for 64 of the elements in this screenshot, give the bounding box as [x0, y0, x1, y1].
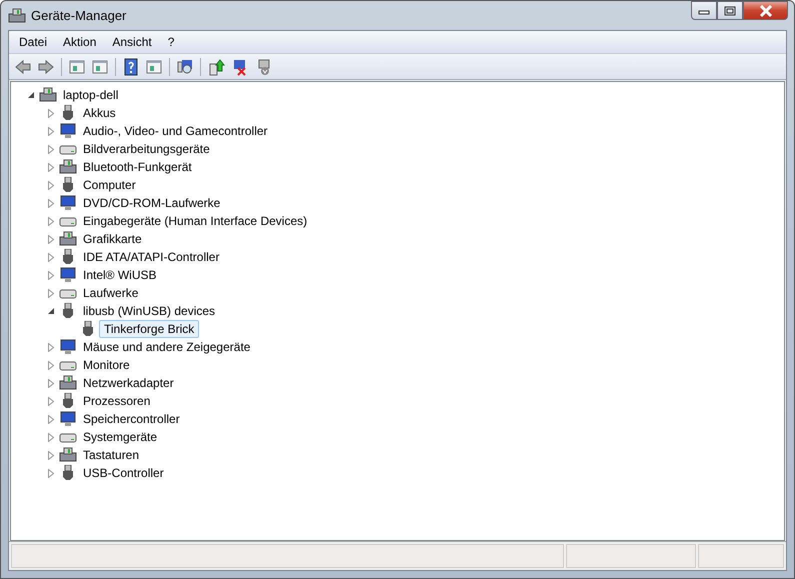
- device-icon: [8, 8, 26, 24]
- expand-icon[interactable]: [47, 432, 55, 442]
- tree-item[interactable]: Systemgeräte: [79, 428, 162, 446]
- device-icon: [39, 87, 57, 103]
- expand-icon[interactable]: [47, 342, 55, 352]
- minimize-button[interactable]: [691, 1, 717, 20]
- expand-icon[interactable]: [47, 198, 55, 208]
- expand-icon[interactable]: [47, 396, 55, 406]
- expand-icon[interactable]: [47, 414, 55, 424]
- expand-icon[interactable]: [47, 270, 55, 280]
- expand-icon[interactable]: [47, 162, 55, 172]
- menu-item[interactable]: Ansicht: [104, 35, 160, 49]
- tree-item[interactable]: Mäuse und andere Zeigegeräte: [79, 338, 254, 356]
- tree-item[interactable]: Tinkerforge Brick: [99, 320, 200, 338]
- maximize-icon: [724, 6, 736, 16]
- expand-icon[interactable]: [47, 450, 55, 460]
- device-icon: [59, 447, 77, 463]
- collapse-icon[interactable]: [47, 306, 55, 316]
- expand-icon[interactable]: [47, 252, 55, 262]
- tree-item[interactable]: Netzwerkadapter: [79, 374, 178, 392]
- tree-item[interactable]: DVD/CD-ROM-Laufwerke: [79, 194, 224, 212]
- expand-icon[interactable]: [47, 288, 55, 298]
- tree-item[interactable]: Eingabegeräte (Human Interface Devices): [79, 212, 312, 230]
- expand-icon[interactable]: [47, 180, 55, 190]
- collapse-icon[interactable]: [27, 90, 35, 100]
- tree-item[interactable]: Monitore: [79, 356, 134, 374]
- tree-item[interactable]: Grafikkarte: [79, 230, 146, 248]
- device-icon: [59, 159, 77, 175]
- maximize-button[interactable]: [717, 1, 743, 20]
- tree-item[interactable]: Laufwerke: [79, 284, 142, 302]
- expand-icon[interactable]: [47, 144, 55, 154]
- expand-icon[interactable]: [47, 360, 55, 370]
- device-icon: [59, 375, 77, 391]
- expand-icon[interactable]: [47, 468, 55, 478]
- device-icon: [59, 231, 77, 247]
- tree-item[interactable]: Bildverarbeitungsgeräte: [79, 140, 214, 158]
- expand-icon[interactable]: [47, 108, 55, 118]
- tree-item[interactable]: laptop-dell: [59, 86, 122, 104]
- tree-item[interactable]: IDE ATA/ATAPI-Controller: [79, 248, 224, 266]
- monitor-icon: [59, 195, 77, 211]
- window-title: Geräte-Manager: [31, 8, 126, 23]
- menu-item[interactable]: Aktion: [55, 35, 104, 49]
- tree-item[interactable]: Intel® WiUSB: [79, 266, 161, 284]
- tree-item[interactable]: USB-Controller: [79, 464, 168, 482]
- menu-item[interactable]: ?: [160, 35, 182, 49]
- monitor-icon: [59, 267, 77, 283]
- close-button[interactable]: [743, 1, 788, 20]
- close-icon: [758, 4, 772, 16]
- expand-icon[interactable]: [47, 216, 55, 226]
- expand-icon[interactable]: [47, 234, 55, 244]
- tree-item[interactable]: Speichercontroller: [79, 410, 184, 428]
- tree-item[interactable]: Akkus: [79, 104, 120, 122]
- menu-item[interactable]: Datei: [11, 35, 56, 49]
- monitor-icon: [59, 411, 77, 427]
- tree-item[interactable]: Prozessoren: [79, 392, 154, 410]
- tree-item[interactable]: Audio-, Video- und Gamecontroller: [79, 122, 272, 140]
- monitor-icon: [59, 123, 77, 139]
- monitor-icon: [59, 339, 77, 355]
- tree-item[interactable]: Computer: [79, 176, 140, 194]
- tree-item[interactable]: libusb (WinUSB) devices: [79, 302, 220, 320]
- expand-icon[interactable]: [47, 378, 55, 388]
- expand-icon[interactable]: [47, 126, 55, 136]
- tree-item[interactable]: Bluetooth-Funkgerät: [79, 158, 196, 176]
- tree-item[interactable]: Tastaturen: [79, 446, 144, 464]
